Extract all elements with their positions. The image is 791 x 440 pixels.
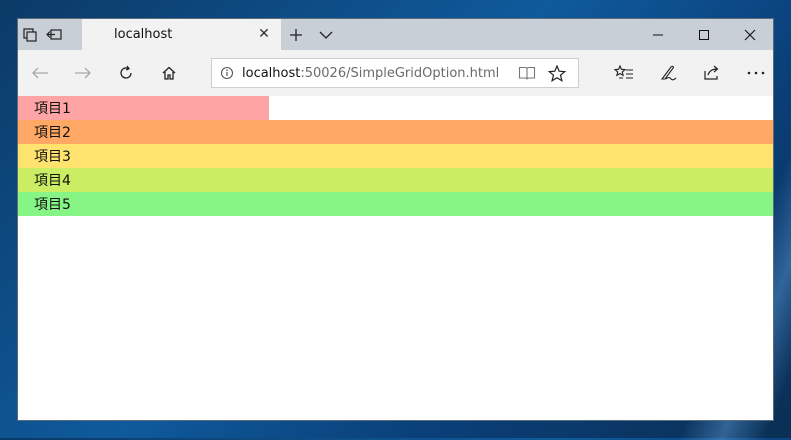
- grid-item-label: 項目5: [34, 197, 71, 213]
- url-host: localhost: [242, 65, 301, 81]
- maximize-icon[interactable]: [681, 19, 727, 50]
- home-icon[interactable]: [147, 50, 190, 96]
- reading-view-icon[interactable]: [518, 65, 536, 85]
- grid-item-2: 項目2: [18, 120, 773, 144]
- grid-item-label: 項目2: [34, 125, 71, 141]
- address-bar[interactable]: localhost:50026/SimpleGridOption.html: [211, 58, 579, 88]
- grid-item-4: 項目4: [18, 168, 773, 192]
- close-icon[interactable]: [727, 19, 773, 50]
- pen-icon[interactable]: [646, 50, 690, 96]
- grid-item-5: 項目5: [18, 192, 773, 216]
- grid-item-3: 項目3: [18, 144, 773, 168]
- share-icon[interactable]: [690, 50, 734, 96]
- grid-item-label: 項目4: [34, 173, 71, 189]
- page-content: 項目1 項目2 項目3 項目4 項目5: [18, 96, 773, 420]
- plus-icon[interactable]: [281, 19, 311, 50]
- star-icon[interactable]: [547, 64, 567, 86]
- tabs-aside-icon[interactable]: [18, 19, 42, 50]
- chevron-down-icon[interactable]: [311, 19, 341, 50]
- simple-grid: 項目1 項目2 項目3 項目4 項目5: [18, 96, 773, 216]
- minimize-icon[interactable]: [635, 19, 681, 50]
- url-path: :50026/SimpleGridOption.html: [300, 65, 500, 81]
- window-controls: [635, 19, 773, 50]
- grid-item-label: 項目3: [34, 149, 71, 165]
- grid-item-label: 項目1: [34, 101, 71, 117]
- grid-item-1: 項目1: [18, 96, 270, 120]
- browser-toolbar: localhost:50026/SimpleGridOption.html: [18, 50, 773, 97]
- info-icon[interactable]: [212, 66, 242, 80]
- toolbar-actions: [602, 50, 778, 96]
- favorites-icon[interactable]: [602, 50, 646, 96]
- refresh-icon[interactable]: [104, 50, 147, 96]
- title-bar: localhost ✕: [18, 19, 773, 50]
- browser-window: localhost ✕ localhost:50026/SimpleGridOp…: [17, 18, 774, 421]
- set-aside-icon[interactable]: [42, 19, 66, 50]
- close-icon[interactable]: ✕: [257, 27, 271, 41]
- forward-arrow-icon[interactable]: [61, 50, 104, 96]
- url-text: localhost:50026/SimpleGridOption.html: [242, 66, 499, 81]
- tab-localhost[interactable]: localhost ✕: [82, 19, 281, 50]
- more-icon[interactable]: [734, 50, 778, 96]
- back-arrow-icon[interactable]: [18, 50, 61, 96]
- tab-title: localhost: [114, 27, 173, 42]
